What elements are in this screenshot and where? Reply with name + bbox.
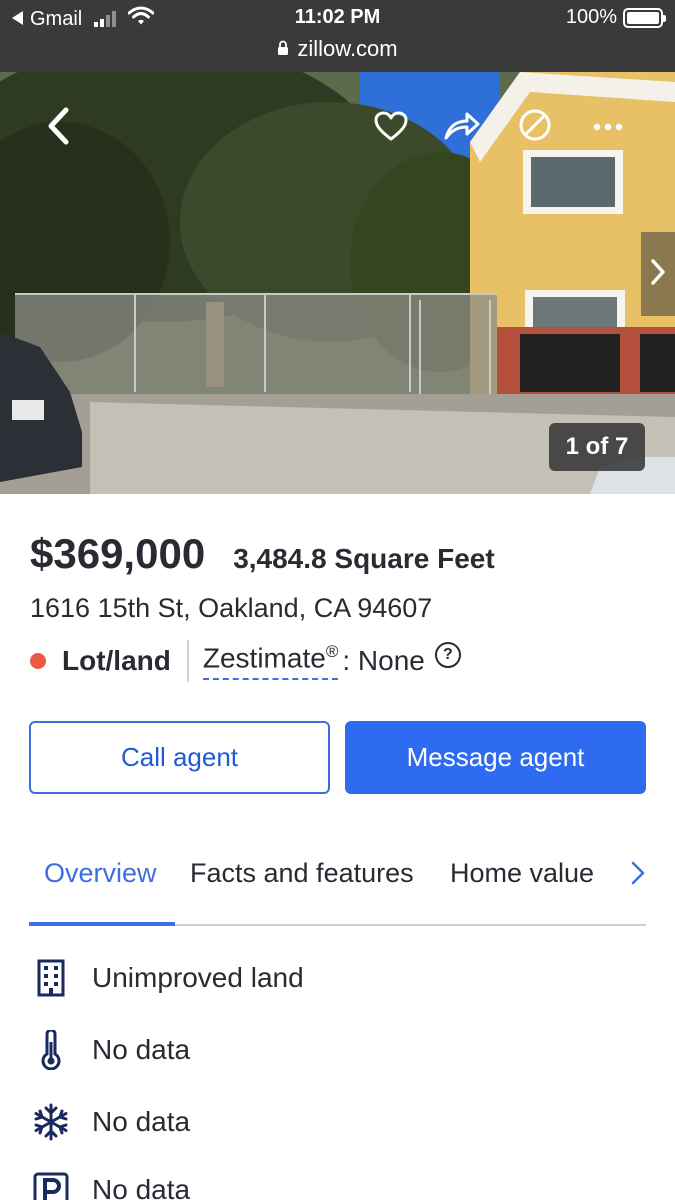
lock-icon <box>277 36 289 62</box>
fact-row: No data <box>30 1100 190 1144</box>
share-button[interactable] <box>442 110 482 146</box>
listing-address: 1616 15th St, Oakland, CA 94607 <box>30 593 433 623</box>
section-tabs: Overview Facts and features Home value <box>29 850 646 926</box>
fact-row: No data <box>30 1168 190 1200</box>
tab-facts-and-features[interactable]: Facts and features <box>190 858 414 889</box>
fact-label: Unimproved land <box>92 962 304 993</box>
battery-percent: 100% <box>565 6 617 28</box>
save-home-button[interactable] <box>372 110 410 146</box>
more-icon <box>593 118 623 136</box>
photo-counter: 1 of 7 <box>549 423 645 471</box>
help-icon[interactable]: ? <box>434 642 461 668</box>
fact-label: No data <box>92 1034 191 1065</box>
back-button[interactable] <box>42 106 74 150</box>
zestimate-link[interactable]: Zestimate® <box>202 642 339 681</box>
listing-photo[interactable]: 1 of 7 <box>0 72 675 494</box>
fact-row: No data <box>30 1028 190 1072</box>
url-text: zillow.com <box>297 36 398 61</box>
address-bar[interactable]: zillow.com <box>0 36 675 62</box>
call-agent-button[interactable]: Call agent <box>29 721 330 794</box>
next-photo-icon <box>650 258 666 291</box>
building-icon <box>30 956 72 1000</box>
price-row: $369,000 3,484.8 Square Feet <box>30 530 495 578</box>
fact-label: No data <box>92 1106 191 1137</box>
active-tab-indicator <box>29 922 175 926</box>
tab-home-value[interactable]: Home value <box>450 858 594 889</box>
snowflake-icon <box>30 1100 72 1144</box>
more-options-button[interactable] <box>588 112 628 142</box>
back-icon <box>47 107 69 150</box>
heart-icon <box>374 111 408 146</box>
listing-price: $369,000 <box>30 530 206 577</box>
thermometer-icon <box>30 1028 72 1072</box>
hide-home-button[interactable] <box>516 108 554 146</box>
fact-label: No data <box>92 1174 191 1200</box>
tabs-scroll-right-icon[interactable] <box>630 860 646 891</box>
fact-row: Unimproved land <box>30 956 304 1000</box>
share-icon <box>443 111 481 146</box>
listing-status-row: Lot/land Zestimate® : None ? <box>30 640 461 682</box>
lot-size: 3,484.8 Square Feet <box>233 543 495 574</box>
parking-icon <box>30 1168 72 1200</box>
home-type: Lot/land <box>62 645 171 676</box>
message-agent-button[interactable]: Message agent <box>345 721 646 794</box>
zestimate-value: : None <box>342 645 425 676</box>
hide-icon <box>518 108 552 147</box>
battery-icon <box>623 7 666 28</box>
status-dot-icon <box>30 653 46 669</box>
next-photo-button[interactable] <box>641 232 675 316</box>
status-bar: Gmail 11:02 PM 100% zillow.com <box>0 0 675 72</box>
divider <box>186 640 189 682</box>
tab-overview[interactable]: Overview <box>44 858 157 889</box>
